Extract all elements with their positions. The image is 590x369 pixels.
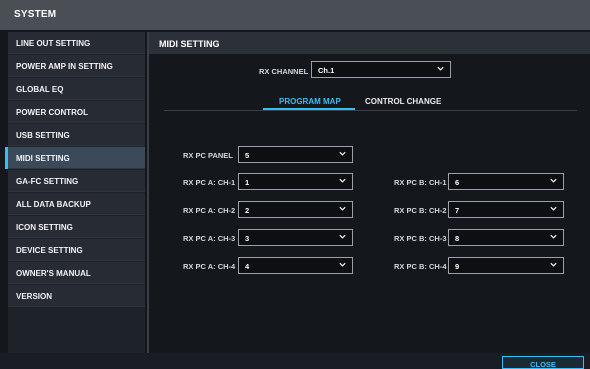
rx-pc-b-ch3-label: RX PC B: CH-3 <box>394 234 447 243</box>
rx-pc-b-ch2-label: RX PC B: CH-2 <box>394 206 447 215</box>
sidebar-item-label: VERSION <box>16 292 53 301</box>
sidebar-item-label: ALL DATA BACKUP <box>16 200 91 209</box>
chevron-down-icon <box>550 178 557 183</box>
rx-pc-a-ch4-label: RX PC A: CH-4 <box>183 262 236 271</box>
rx-pc-a-ch3-select[interactable]: 3 <box>238 229 353 246</box>
rx-pc-b-ch4-label: RX PC B: CH-4 <box>394 262 447 271</box>
rx-channel-value: Ch.1 <box>318 66 335 75</box>
rx-pc-a-ch2-label: RX PC A: CH-2 <box>183 206 236 215</box>
rx-pc-a-ch4-value: 4 <box>245 262 250 271</box>
rx-pc-a-ch4-select[interactable]: 4 <box>238 257 353 274</box>
rx-pc-panel-select[interactable]: 5 <box>238 146 353 163</box>
chevron-down-icon <box>339 178 346 183</box>
rx-pc-b-ch4-select[interactable]: 9 <box>448 257 564 274</box>
rx-pc-b-ch1-select[interactable]: 6 <box>448 173 564 190</box>
rx-pc-a-ch1-label: RX PC A: CH-1 <box>183 178 236 187</box>
window-title: SYSTEM <box>14 9 57 20</box>
close-button[interactable]: CLOSE <box>502 356 584 369</box>
sidebar-item-label: POWER CONTROL <box>16 108 88 117</box>
rx-pc-b-ch4-value: 9 <box>455 262 460 271</box>
sidebar-item-power-control[interactable]: POWER CONTROL <box>8 101 145 123</box>
sidebar-item-global-eq[interactable]: GLOBAL EQ <box>8 78 145 100</box>
sidebar-item-label: POWER AMP IN SETTING <box>16 62 113 71</box>
sidebar-item-midi-setting[interactable]: MIDI SETTING <box>5 147 145 169</box>
sidebar-item-label: LINE OUT SETTING <box>16 39 91 48</box>
rx-pc-panel-value: 5 <box>245 151 250 160</box>
rx-pc-b-ch2-value: 7 <box>455 206 460 215</box>
sidebar-item-owners-manual[interactable]: OWNER'S MANUAL <box>8 262 145 284</box>
rx-pc-panel-label: RX PC PANEL <box>183 151 233 160</box>
rx-pc-a-ch2-select[interactable]: 2 <box>238 201 353 218</box>
sidebar-item-power-amp-in-setting[interactable]: POWER AMP IN SETTING <box>8 55 145 77</box>
sidebar-item-ga-fc-setting[interactable]: GA-FC SETTING <box>8 170 145 192</box>
tab-divider <box>164 110 577 111</box>
chevron-down-icon <box>339 234 346 239</box>
rx-pc-b-ch1-value: 6 <box>455 178 460 187</box>
rx-pc-b-ch2-select[interactable]: 7 <box>448 201 564 218</box>
sidebar-item-usb-setting[interactable]: USB SETTING <box>8 124 145 146</box>
chevron-down-icon <box>550 262 557 267</box>
rx-channel-label: RX CHANNEL <box>259 67 309 76</box>
tab-program-map[interactable]: PROGRAM MAP <box>279 97 341 106</box>
rx-pc-b-ch3-select[interactable]: 8 <box>448 229 564 246</box>
panel-divider <box>147 32 149 353</box>
sidebar-item-device-setting[interactable]: DEVICE SETTING <box>8 239 145 261</box>
chevron-down-icon <box>339 151 346 156</box>
sidebar-item-label: DEVICE SETTING <box>16 246 83 255</box>
chevron-down-icon <box>339 262 346 267</box>
rx-pc-b-ch1-label: RX PC B: CH-1 <box>394 178 447 187</box>
sidebar: LINE OUT SETTING POWER AMP IN SETTING GL… <box>5 32 145 353</box>
rx-pc-a-ch1-select[interactable]: 1 <box>238 173 353 190</box>
chevron-down-icon <box>339 206 346 211</box>
panel-title: MIDI SETTING <box>159 39 220 49</box>
rx-pc-a-ch1-value: 1 <box>245 178 250 187</box>
sidebar-item-version[interactable]: VERSION <box>8 285 145 307</box>
sidebar-item-label: GA-FC SETTING <box>16 177 79 186</box>
rx-pc-a-ch2-value: 2 <box>245 206 250 215</box>
sidebar-item-label: GLOBAL EQ <box>16 85 64 94</box>
rx-pc-a-ch3-value: 3 <box>245 234 250 243</box>
chevron-down-icon <box>437 66 444 71</box>
sidebar-empty-slot <box>8 308 145 353</box>
chevron-down-icon <box>550 234 557 239</box>
sidebar-item-all-data-backup[interactable]: ALL DATA BACKUP <box>8 193 145 215</box>
sidebar-item-label: ICON SETTING <box>16 223 73 232</box>
rx-channel-select[interactable]: Ch.1 <box>311 61 451 78</box>
tab-control-change[interactable]: CONTROL CHANGE <box>365 97 441 106</box>
sidebar-item-icon-setting[interactable]: ICON SETTING <box>8 216 145 238</box>
sidebar-item-label: OWNER'S MANUAL <box>16 269 91 278</box>
sidebar-item-label: MIDI SETTING <box>16 154 70 163</box>
chevron-down-icon <box>550 206 557 211</box>
rx-pc-a-ch3-label: RX PC A: CH-3 <box>183 234 236 243</box>
sidebar-item-label: USB SETTING <box>16 131 70 140</box>
title-bar: SYSTEM <box>0 0 590 30</box>
panel-header: MIDI SETTING <box>149 32 590 54</box>
sidebar-item-line-out-setting[interactable]: LINE OUT SETTING <box>8 32 145 54</box>
rx-pc-b-ch3-value: 8 <box>455 234 460 243</box>
close-button-label: CLOSE <box>530 360 556 369</box>
